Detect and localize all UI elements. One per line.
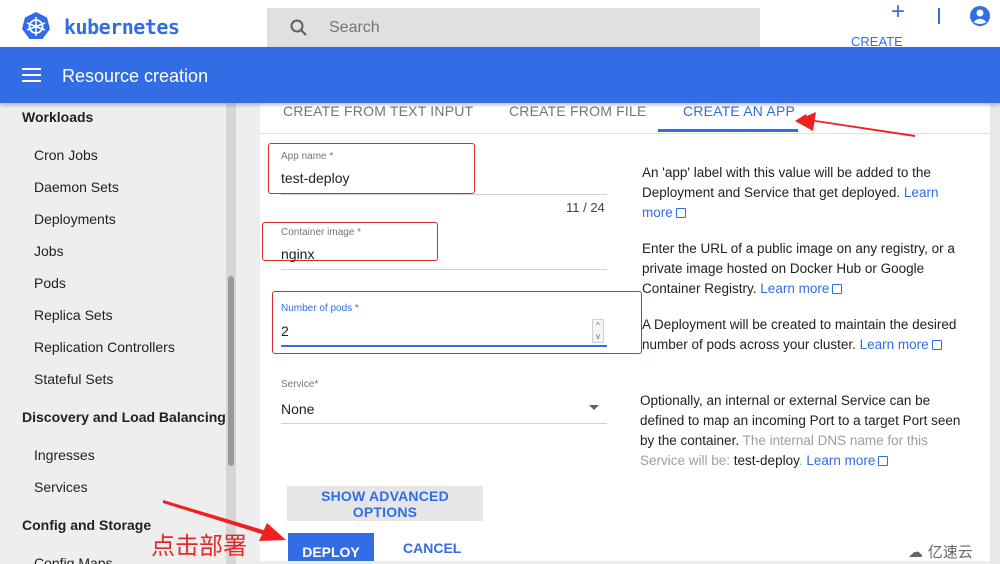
learn-more-link[interactable]: Learn more (860, 337, 929, 352)
sidebar-section-workloads[interactable]: Workloads (22, 109, 93, 125)
search-bar[interactable] (267, 8, 760, 47)
active-tab-indicator (658, 129, 798, 132)
app-name-char-counter: 11 / 24 (566, 200, 605, 215)
sidebar-scrollbar-thumb[interactable] (228, 276, 234, 466)
help-container-image: Enter the URL of a public image on any r… (642, 241, 955, 296)
cancel-button[interactable]: CANCEL (403, 540, 461, 556)
tab-divider (260, 133, 990, 134)
sidebar-item-config-maps[interactable]: Config Maps (34, 555, 113, 564)
sidebar-item-stateful-sets[interactable]: Stateful Sets (34, 371, 113, 387)
number-of-pods-underline (281, 345, 607, 347)
help-service: Optionally, an internal or external Serv… (640, 393, 961, 468)
sidebar-item-replica-sets[interactable]: Replica Sets (34, 307, 113, 323)
learn-more-link[interactable]: Learn more (806, 453, 875, 468)
watermark: ☁ 亿速云 (908, 543, 973, 561)
search-input[interactable] (329, 17, 729, 39)
sidebar-item-cron-jobs[interactable]: Cron Jobs (34, 147, 98, 163)
sidebar-item-deployments[interactable]: Deployments (34, 211, 116, 227)
sidebar-section-config-storage[interactable]: Config and Storage (22, 517, 151, 533)
page-title: Resource creation (62, 66, 209, 86)
create-button[interactable]: + CREATE (846, 0, 908, 49)
app-name-underline (281, 194, 607, 195)
show-advanced-options-button[interactable]: SHOW ADVANCED OPTIONS (287, 486, 483, 521)
app-bar: Resource creation (0, 47, 1000, 103)
header-divider (938, 8, 940, 24)
tab-create-from-file[interactable]: CREATE FROM FILE (509, 103, 647, 119)
number-of-pods-label: Number of pods * (281, 303, 359, 314)
sidebar-nav: Workloads Cron Jobs Daemon Sets Deployme… (0, 103, 238, 564)
service-underline (281, 423, 607, 424)
sidebar-item-ingresses[interactable]: Ingresses (34, 447, 95, 463)
tab-create-an-app[interactable]: CREATE AN APP (683, 103, 795, 119)
external-link-icon (832, 284, 843, 294)
plus-icon: + (891, 0, 906, 25)
sidebar-item-jobs[interactable]: Jobs (34, 243, 64, 259)
tab-create-from-text-input[interactable]: CREATE FROM TEXT INPUT (283, 103, 473, 119)
service-label: Service* (281, 379, 319, 390)
spinner-down-icon[interactable]: v (593, 331, 603, 342)
external-link-icon (931, 340, 942, 350)
learn-more-link[interactable]: Learn more (760, 281, 829, 296)
top-bar: kubernetes + CREATE (0, 0, 1000, 49)
external-link-icon (675, 208, 686, 218)
click-deploy-callout: 点击部署 (151, 532, 247, 560)
number-of-pods-spinner[interactable]: ^ v (592, 319, 604, 343)
help-app-name: An 'app' label with this value will be a… (642, 165, 939, 220)
main-scrollbar-track[interactable] (990, 103, 1000, 564)
deploy-button[interactable]: DEPLOY (288, 533, 374, 564)
cloud-logo-icon: ☁ (908, 543, 923, 561)
app-name-label: App name * (281, 151, 334, 162)
help-pods: A Deployment will be created to maintain… (642, 317, 957, 352)
sidebar-item-services[interactable]: Services (34, 479, 88, 495)
app-name-input[interactable] (281, 170, 601, 186)
container-image-label: Container image * (281, 227, 362, 238)
container-image-input[interactable] (281, 246, 601, 262)
sidebar-item-pods[interactable]: Pods (34, 275, 66, 291)
sidebar-section-discovery[interactable]: Discovery and Load Balancing (22, 409, 226, 425)
search-icon (290, 19, 307, 36)
spinner-up-icon[interactable]: ^ (593, 320, 603, 331)
dropdown-arrow-icon[interactable] (589, 405, 599, 410)
sidebar-item-daemon-sets[interactable]: Daemon Sets (34, 179, 119, 195)
service-select[interactable]: None (281, 401, 314, 417)
kubernetes-logo-icon[interactable] (21, 11, 51, 41)
sidebar-item-replication-controllers[interactable]: Replication Controllers (34, 339, 175, 355)
account-icon[interactable] (969, 5, 991, 27)
external-link-icon (878, 456, 889, 466)
number-of-pods-input[interactable] (281, 323, 581, 339)
brand-name[interactable]: kubernetes (64, 15, 180, 39)
hamburger-menu-icon[interactable] (22, 68, 41, 82)
container-image-underline (281, 269, 607, 270)
create-app-card: CREATE FROM TEXT INPUT CREATE FROM FILE … (260, 103, 990, 564)
